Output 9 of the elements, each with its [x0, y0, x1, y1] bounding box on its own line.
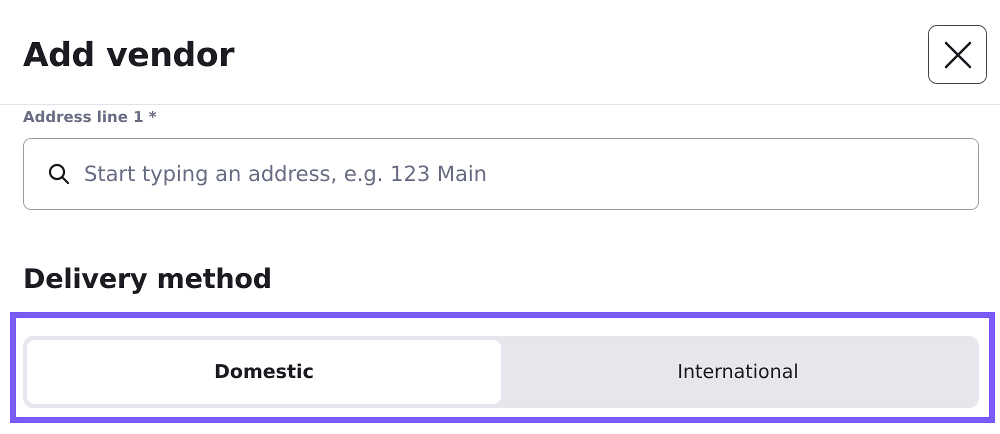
segment-option[interactable]: International — [501, 340, 975, 404]
segment-option[interactable]: Domestic — [27, 340, 501, 404]
close-icon — [942, 40, 972, 70]
search-icon — [48, 163, 70, 185]
address-field[interactable]: Start typing an address, e.g. 123 Main — [23, 138, 979, 210]
section-heading: Delivery method — [23, 264, 273, 295]
close-button[interactable] — [928, 25, 987, 84]
dialog-title: Add vendor — [23, 35, 234, 74]
field-label: Address line 1 * — [23, 108, 158, 126]
